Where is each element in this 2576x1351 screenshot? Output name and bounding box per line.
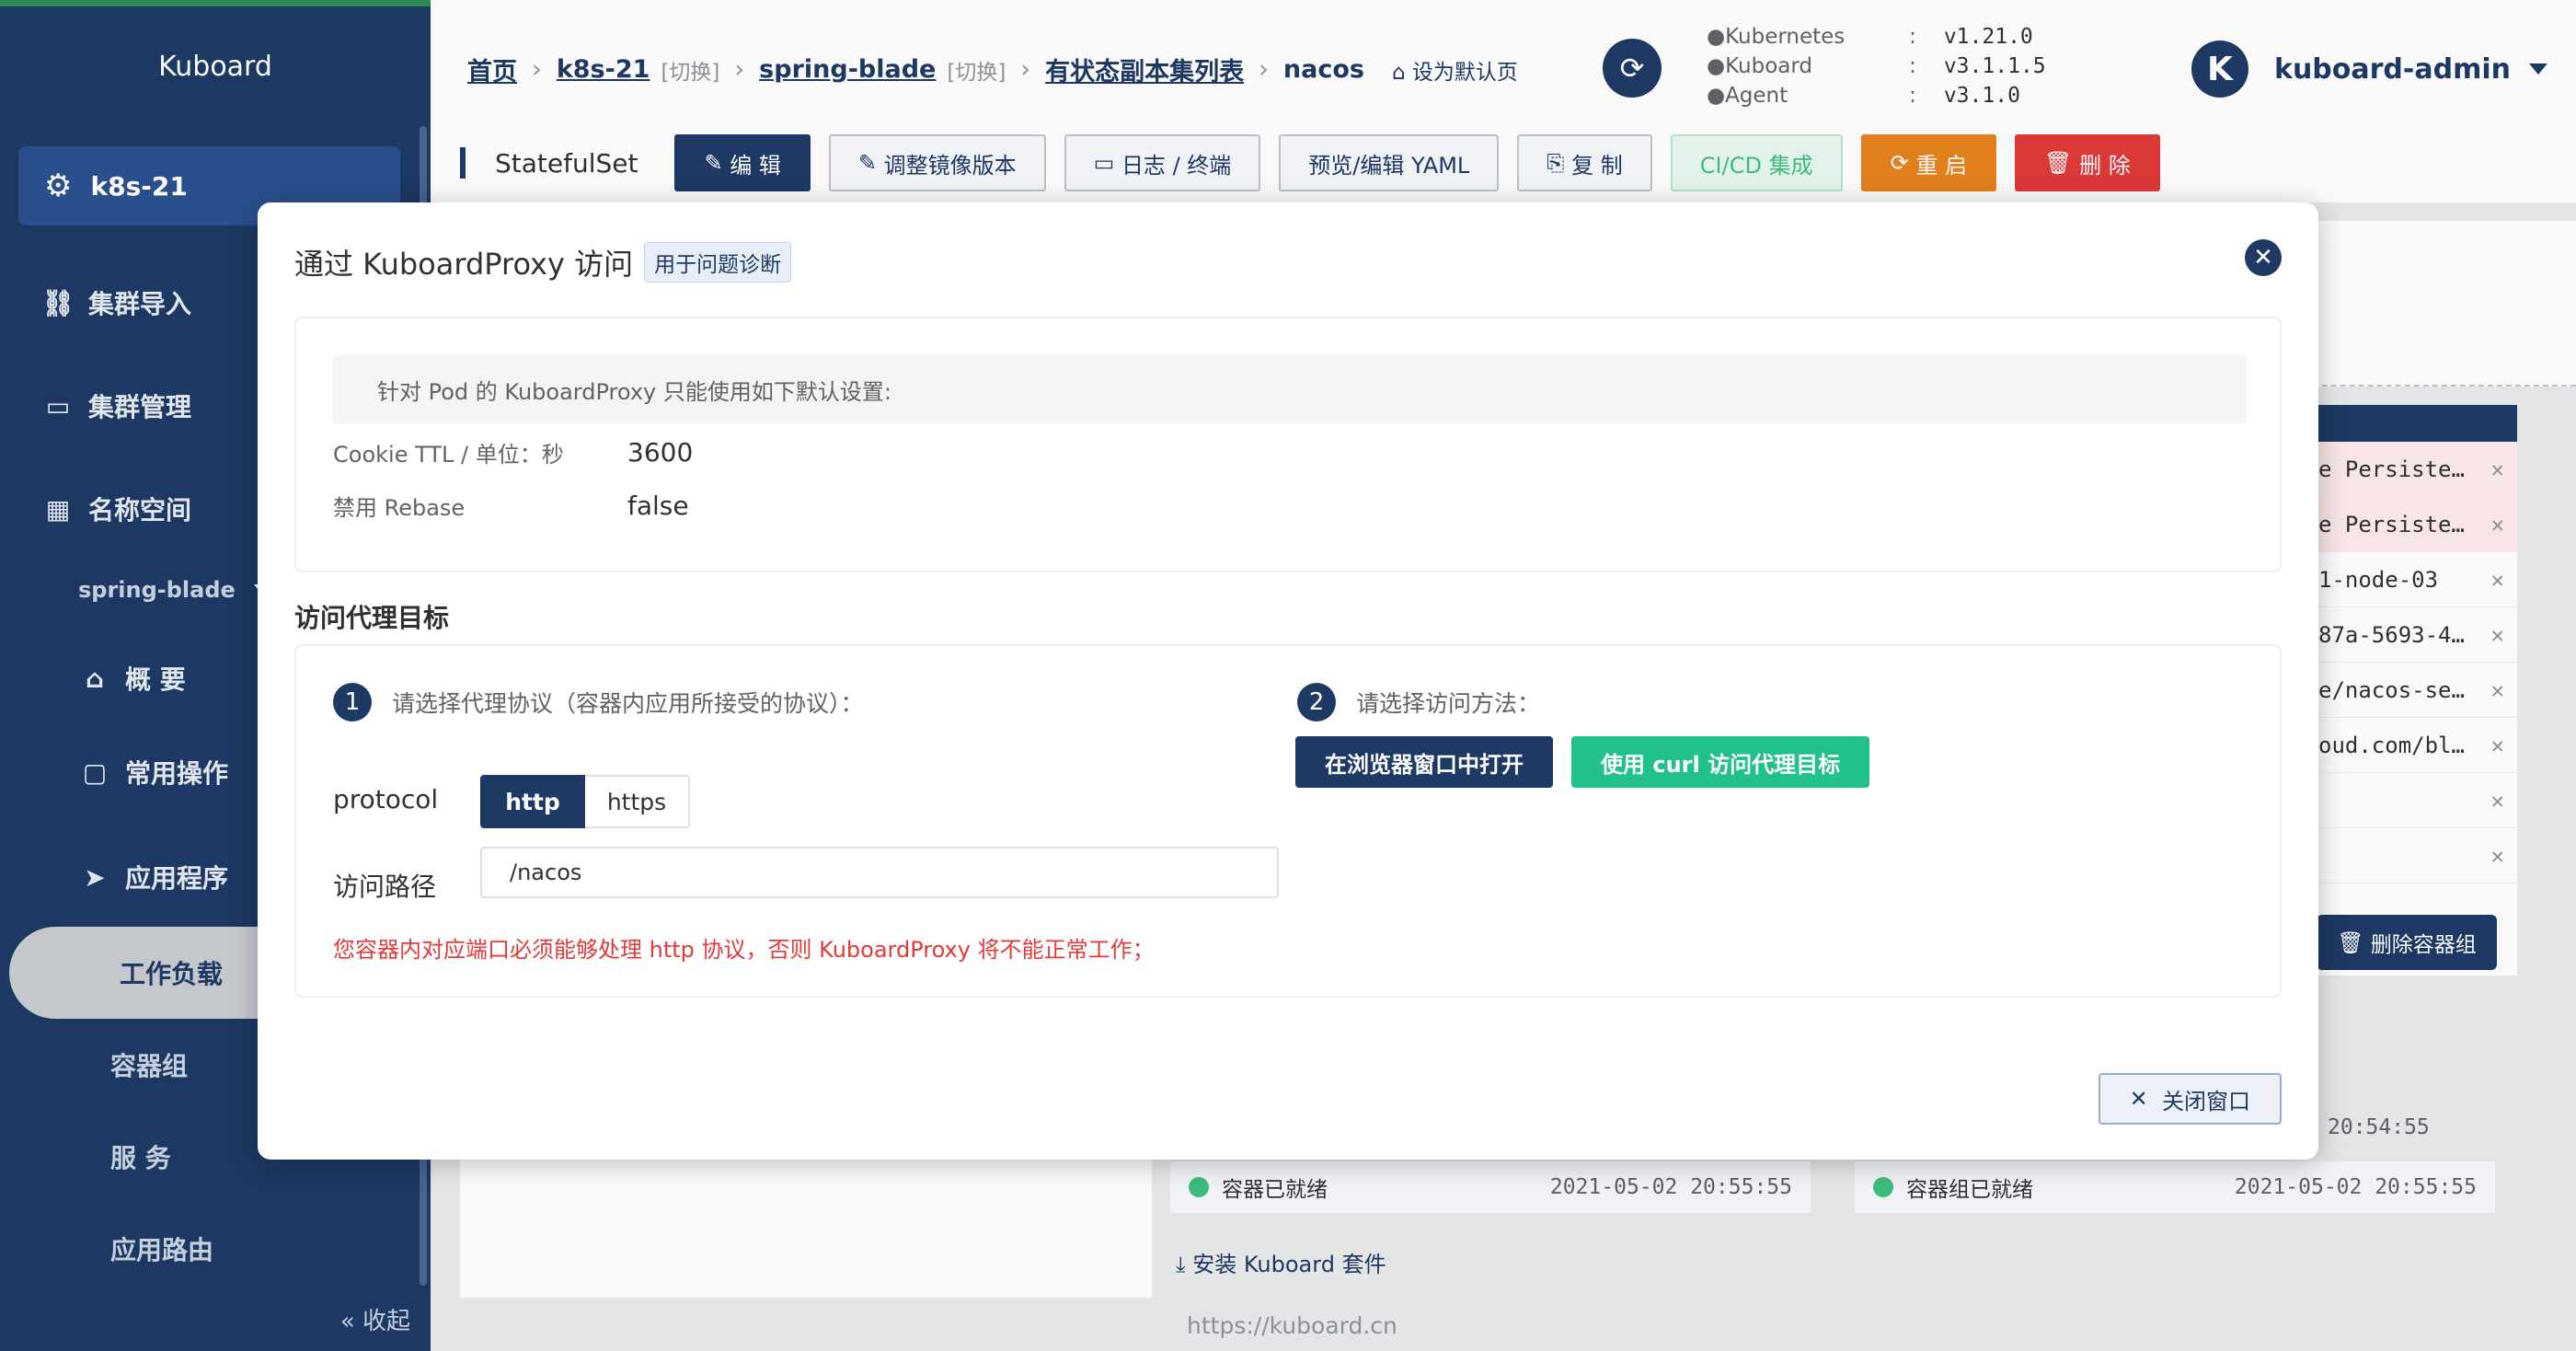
cookie-ttl-value: 3600 — [627, 437, 694, 468]
defaults-note: 针对 Pod 的 KuboardProxy 只能使用如下默认设置: — [333, 355, 2247, 423]
kuboard-proxy-dialog: 通过 KuboardProxy 访问 用于问题诊断 ✕ 针对 Pod 的 Kub… — [258, 202, 2318, 1160]
path-input[interactable] — [480, 847, 1279, 898]
step-label: 请选择代理协议（容器内应用所接受的协议）： — [392, 690, 864, 717]
step-number: 1 — [333, 683, 372, 722]
diagnosis-tag: 用于问题诊断 — [644, 242, 792, 283]
section-title: 访问代理目标 — [294, 603, 450, 633]
step-label: 请选择访问方法： — [1356, 690, 1541, 717]
protocol-http-option[interactable]: http — [480, 775, 585, 828]
protocol-label: protocol — [333, 784, 439, 814]
protocol-warning: 您容器内对应端口必须能够处理 http 协议，否则 KuboardProxy 将… — [333, 937, 1155, 963]
rebase-value: false — [627, 491, 689, 521]
cookie-ttl-label: Cookie TTL / 单位：秒 — [333, 442, 564, 468]
open-in-browser-button[interactable]: 在浏览器窗口中打开 — [1295, 736, 1553, 788]
proxy-target-card: 1 请选择代理协议（容器内应用所接受的协议）： 2 请选择访问方法： proto… — [294, 644, 2282, 998]
protocol-https-option[interactable]: https — [585, 775, 690, 828]
dialog-title: 通过 KuboardProxy 访问 用于问题诊断 — [294, 241, 792, 283]
curl-access-button[interactable]: 使用 curl 访问代理目标 — [1571, 736, 1870, 788]
rebase-label: 禁用 Rebase — [333, 495, 466, 521]
step-protocol: 1 请选择代理协议（容器内应用所接受的协议）： — [333, 683, 864, 722]
cookie-ttl-row: Cookie TTL / 单位：秒 3600 — [333, 436, 693, 468]
dialog-title-text: 通过 KuboardProxy 访问 — [294, 247, 634, 282]
close-dialog-button[interactable]: ✕ 关闭窗口 — [2098, 1073, 2282, 1125]
protocol-toggle: http https — [480, 775, 690, 828]
rebase-row: 禁用 Rebase false — [333, 490, 689, 522]
close-icon[interactable]: ✕ — [2245, 239, 2282, 276]
step-method: 2 请选择访问方法： — [1297, 683, 1540, 722]
defaults-card: 针对 Pod 的 KuboardProxy 只能使用如下默认设置: Cookie… — [294, 317, 2282, 572]
path-label: 访问路径 — [333, 872, 437, 902]
step-number: 2 — [1297, 683, 1336, 722]
button-label: 关闭窗口 — [2162, 1088, 2250, 1114]
